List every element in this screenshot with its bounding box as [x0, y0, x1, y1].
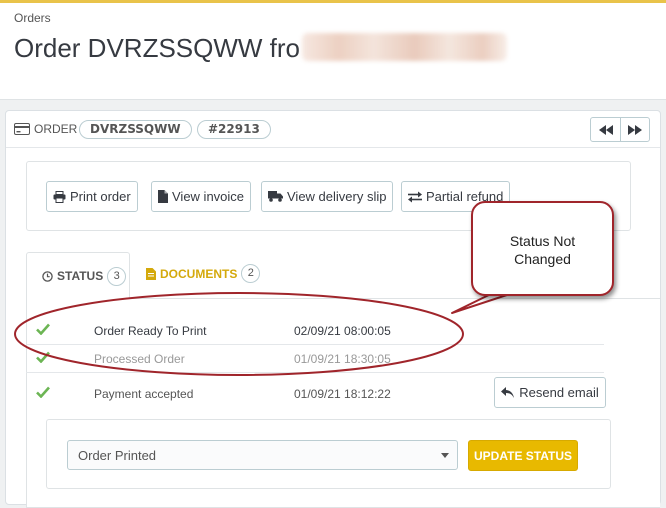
view-invoice-button[interactable]: View invoice: [151, 181, 252, 212]
order-reference-badge: DVRZSSQWW: [79, 120, 192, 139]
check-icon: [36, 351, 50, 363]
order-status-selected: Order Printed: [78, 448, 157, 463]
blurred-customer-name: [302, 33, 508, 61]
truck-icon: [268, 191, 283, 202]
order-label-text: ORDER: [34, 122, 78, 136]
view-delivery-slip-button[interactable]: View delivery slip: [261, 181, 394, 212]
callout-line-2: Changed: [514, 251, 571, 267]
order-label: ORDER: [14, 122, 77, 136]
clock-icon: [42, 270, 53, 282]
credit-card-icon: [14, 123, 30, 135]
page-title: Order DVRZSSQWW fro: [14, 33, 508, 64]
update-status-form: Order Printed UPDATE STATUS: [46, 419, 611, 489]
check-icon: [36, 323, 50, 335]
resend-email-label: Resend email: [519, 385, 599, 400]
print-order-button[interactable]: Print order: [46, 181, 138, 212]
order-navigation: [590, 117, 650, 142]
order-number-badge: #22913: [197, 120, 271, 139]
history-status: Order Ready To Print: [94, 324, 207, 338]
update-status-button[interactable]: UPDATE STATUS: [468, 440, 578, 471]
order-panel: ORDER DVRZSSQWW #22913 Print order View …: [5, 110, 661, 508]
history-date: 02/09/21 08:00:05: [294, 324, 391, 338]
reply-icon: [501, 387, 515, 398]
caret-down-icon: [441, 453, 449, 458]
callout-line-1: Status Not: [509, 233, 576, 249]
next-order-button[interactable]: [620, 118, 649, 141]
check-icon: [36, 386, 50, 398]
history-row: Order Ready To Print 02/09/21 08:00:05: [26, 317, 604, 345]
document-icon: [146, 267, 156, 280]
tab-status[interactable]: STATUS 3: [26, 252, 130, 299]
file-icon: [158, 190, 168, 203]
view-delivery-slip-label: View delivery slip: [287, 189, 387, 204]
tab-documents-label: DOCUMENTS: [160, 266, 238, 281]
backward-icon: [598, 124, 613, 135]
page-title-text: Order DVRZSSQWW fro: [14, 33, 301, 63]
order-status-select[interactable]: Order Printed: [67, 440, 458, 470]
exchange-icon: [408, 191, 422, 202]
history-date: 01/09/21 18:12:22: [294, 387, 391, 401]
resend-email-button[interactable]: Resend email: [494, 377, 606, 408]
history-status: Payment accepted: [94, 387, 194, 401]
annotation-callout: Status Not Changed: [471, 201, 614, 296]
print-order-label: Print order: [70, 189, 131, 204]
tab-documents[interactable]: DOCUMENTS 2: [146, 264, 261, 283]
view-invoice-label: View invoice: [172, 189, 245, 204]
tab-status-label: STATUS: [57, 269, 104, 283]
order-panel-header: ORDER DVRZSSQWW #22913: [6, 111, 660, 148]
history-date: 01/09/21 18:30:05: [294, 352, 391, 366]
documents-count-badge: 2: [241, 264, 261, 283]
history-row: Processed Order 01/09/21 18:30:05: [26, 345, 604, 373]
history-status: Processed Order: [94, 352, 185, 366]
page-header: Orders Order DVRZSSQWW fro: [0, 3, 666, 100]
printer-icon: [53, 190, 66, 203]
status-count-badge: 3: [107, 266, 127, 286]
previous-order-button[interactable]: [591, 118, 620, 141]
forward-icon: [628, 124, 642, 135]
breadcrumb[interactable]: Orders: [14, 11, 51, 25]
